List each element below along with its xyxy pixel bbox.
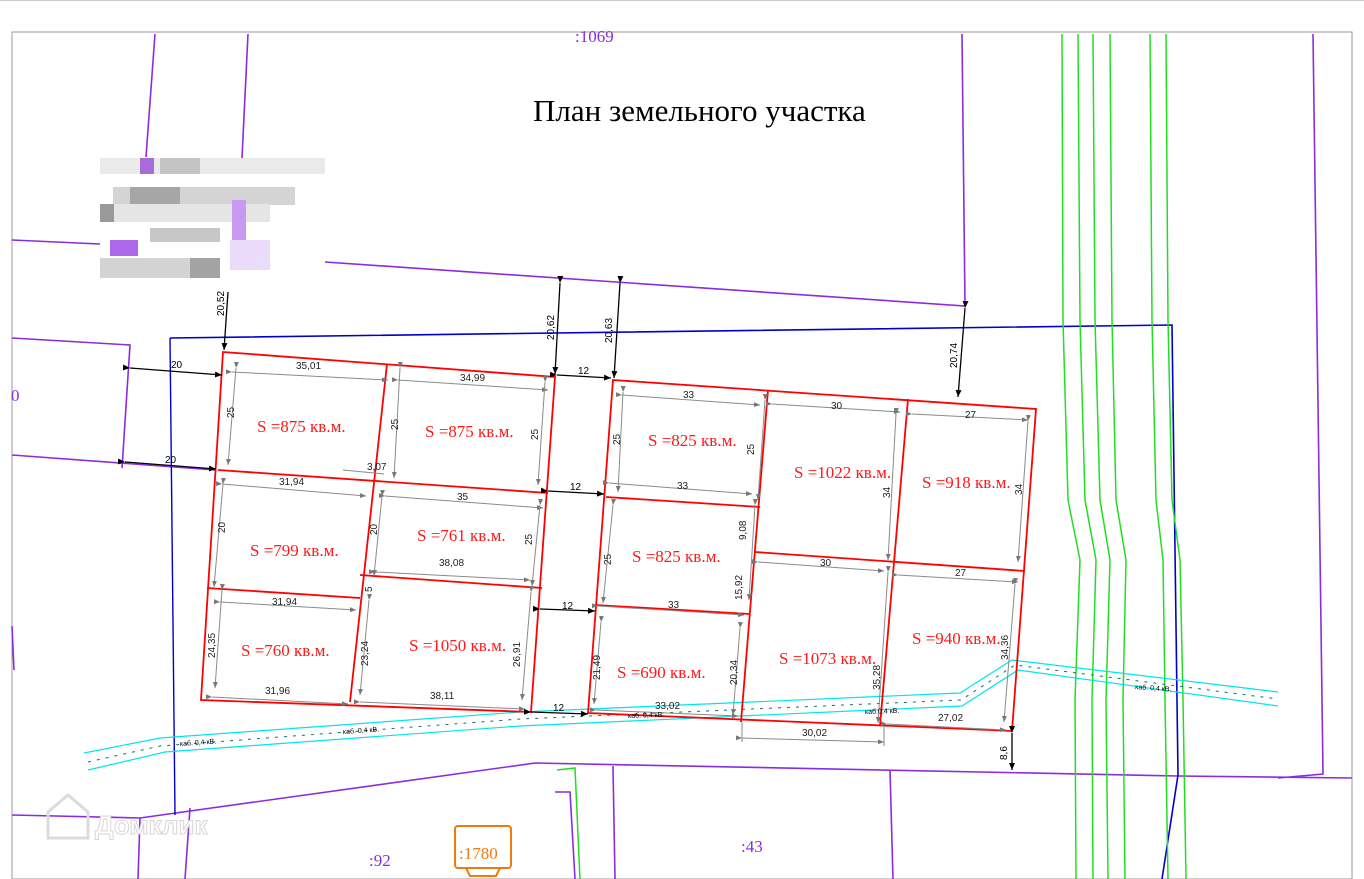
lot-area: S =760 кв.м. [241,641,330,660]
cable-label: каб. 0,4 кВ. [343,725,380,736]
lot-area: S =825 кв.м. [632,547,721,566]
dim-label: 34 [882,486,893,498]
cable-label: каб.0,4 кВ. [865,707,900,716]
road-lines [556,33,1187,879]
lot-area: S =1050 кв.м. [409,636,506,655]
dim-label: 9,08 [738,520,749,540]
lot-area: S =1022 кв.м. [794,463,891,482]
lot-area: S =690 кв.м. [617,663,706,682]
parcel-badge: :1780 [454,825,512,877]
dim-label: 20 [369,523,380,535]
offset-label: 20,63 [604,318,615,343]
outer-boundary-left [169,337,176,816]
dim-label: 25 [390,418,401,430]
dimension-labels: 35,01 34,99 33 30 27 3,07 31,94 35 33 38… [265,361,977,739]
offset-label: 20 [171,360,183,371]
dim-label: 34,99 [460,373,485,384]
dim-label: 25 [524,533,535,545]
cable-label: каб. 0,4 кВ. [628,711,665,720]
offset-label: 20,74 [949,343,960,368]
land-plot-plan: Домклик :1780 План земельного участка :1… [0,0,1364,879]
offset-label: 20,52 [216,291,227,316]
dim-label: 27 [965,410,977,421]
offset-label: 12 [562,601,574,612]
dim-label: 31,96 [265,686,290,697]
dim-label: 31,94 [279,477,304,488]
watermark-text: Домклик [95,810,208,840]
dim-label: 31,94 [272,597,297,608]
parcel-label-bottom-mid: :43 [741,837,763,856]
dim-label: 25 [530,428,541,440]
dim-label: 30,02 [802,728,827,739]
offset-label: 12 [570,482,582,493]
lot-area: S =875 кв.м. [425,422,514,441]
parcel-label-top: :1069 [575,27,614,46]
dim-label: 20,34 [729,660,740,685]
offset-label: 20 [165,455,177,466]
lot-area: S =799 кв.м. [250,541,339,560]
dim-label: 34 [1014,483,1025,495]
cable-label: каб. 0,4 кВ. [1135,683,1172,694]
dim-label: 26,91 [512,642,523,667]
lot-area: S =1073 кв.м. [779,649,876,668]
dim-label: 35,01 [296,361,321,372]
dim-label: 5 [364,586,375,592]
dim-label: 21,49 [592,655,603,680]
watermark: Домклик [46,793,209,841]
dim-label: 38,11 [430,691,455,702]
dim-label: 33 [668,600,680,611]
dim-label: 33,02 [655,701,680,712]
dim-label: 30 [831,401,843,412]
dim-label: 15,92 [734,575,745,600]
dim-label: 34,36 [1000,635,1011,660]
lot-area: S =875 кв.м. [257,417,346,436]
redacted-owner-info [100,158,325,278]
dim-label: 30 [820,558,832,569]
cable-label: каб. 0,4 кВ. [180,737,217,748]
lot-area: S =918 кв.м. [922,473,1011,492]
offset-label: 12 [578,366,590,377]
dim-label: 33 [677,481,689,492]
dim-label: 38,08 [439,558,464,569]
offset-label: 20,62 [546,315,557,340]
dim-label: 35 [457,492,469,503]
dim-label: 33 [683,390,695,401]
offset-label: 8,6 [999,746,1010,760]
lot-area: S =761 кв.м. [417,526,506,545]
offset-label: 12 [553,703,565,714]
dim-label: 27 [955,568,967,579]
dim-label: 25 [612,433,623,445]
dim-label: 25 [603,553,614,565]
badge-label: :1780 [459,844,498,863]
parcel-label-left: 0 [11,386,20,405]
dim-label: 3,07 [367,462,387,473]
dim-label: 27,02 [938,713,963,724]
cable-labels: каб. 0,4 кВ. каб. 0,4 кВ. каб. 0,4 кВ. к… [180,683,1172,748]
dim-label: 20 [217,521,228,533]
dim-label: 25 [226,406,237,418]
dim-label: 25 [746,443,757,455]
plan-title: План земельного участка [533,93,866,128]
parcel-label-bottom-left: :92 [369,851,391,870]
lot-area: S =825 кв.м. [648,431,737,450]
dim-label: 35,28 [872,665,883,690]
dim-label: 23,24 [360,641,371,666]
lot-area: S =940 кв.м. [912,629,1001,648]
dim-label: 24,35 [207,633,218,658]
